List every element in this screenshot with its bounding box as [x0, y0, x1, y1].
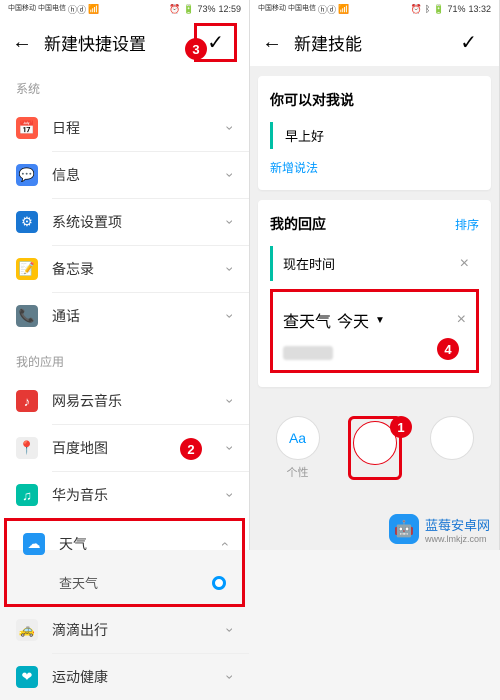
sort-link[interactable]: 排序 — [455, 216, 479, 233]
weather-submenu[interactable]: 查天气 — [7, 567, 242, 604]
resp-when: 今天 — [337, 308, 369, 332]
memo-icon: 📝 — [16, 258, 38, 280]
resp-item-weather-highlight: 查天气 今天 ▼ × — [270, 289, 479, 373]
list-item-messages[interactable]: 💬 信息 › — [0, 152, 249, 198]
baidumap-icon: 📍 — [16, 437, 38, 459]
resp-item-time[interactable]: 现在时间 × — [270, 246, 479, 281]
alarm-icon: ⏰ — [411, 4, 422, 15]
carrier-label: 中国移动 中国电信 — [258, 5, 316, 13]
signal-icon: 📶 — [88, 4, 99, 15]
right-circle-button[interactable] — [430, 416, 474, 460]
time-label: 12:59 — [218, 4, 241, 14]
left-screen: 中国移动 中国电信 ⓗⓓ 📶 ⏰ 🔋 73% 12:59 ← 新建快捷设置 ✓ … — [0, 0, 250, 550]
sport-icon: ❤ — [16, 666, 38, 688]
say-card: 你可以对我说 早上好 新增说法 — [258, 76, 491, 190]
list-item-weather[interactable]: ☁ 天气 › — [7, 521, 242, 567]
chevron-up-icon: › — [216, 542, 232, 547]
radio-selected-icon[interactable] — [212, 576, 226, 590]
list-item-baidumap[interactable]: 📍 百度地图 › — [0, 425, 249, 471]
netease-icon: ♪ — [16, 390, 38, 412]
dropdown-icon[interactable]: ▼ — [375, 315, 385, 326]
badge-2: 2 — [180, 438, 202, 460]
bt-icon: ᛒ — [425, 4, 430, 14]
alarm-icon: ⏰ — [169, 4, 180, 15]
resp-action: 查天气 — [283, 308, 331, 332]
hd-icon: ⓗⓓ — [68, 3, 86, 16]
battery-icon: 🔋 — [183, 4, 194, 15]
badge-1: 1 — [390, 416, 412, 438]
close-icon[interactable]: × — [460, 255, 469, 273]
resp-item-weather[interactable]: 查天气 今天 ▼ × — [283, 302, 466, 338]
watermark-url: www.lmkjz.com — [425, 534, 490, 544]
list-item-netease[interactable]: ♪ 网易云音乐 › — [0, 378, 249, 424]
page-title: 新建技能 — [294, 30, 438, 55]
list-item-sport[interactable]: ❤ 运动健康 › — [0, 654, 249, 700]
chevron-icon: › — [223, 446, 239, 451]
topbar: ← 新建快捷设置 ✓ — [0, 18, 249, 66]
chevron-icon: › — [223, 399, 239, 404]
message-icon: 💬 — [16, 164, 38, 186]
carrier-label: 中国移动 中国电信 — [8, 5, 66, 13]
badge-4: 4 — [437, 338, 459, 360]
weather-icon: ☁ — [23, 533, 45, 555]
status-bar: 中国移动 中国电信 ⓗⓓ 📶 ⏰ 🔋 73% 12:59 — [0, 0, 249, 18]
badge-3: 3 — [185, 38, 207, 60]
hwmusic-icon: ♫ — [16, 484, 38, 506]
watermark: 🤖 蓝莓安卓网 www.lmkjz.com — [389, 514, 490, 544]
battery-pct: 71% — [447, 4, 465, 14]
chevron-icon: › — [223, 675, 239, 680]
close-icon[interactable]: × — [457, 311, 466, 329]
chevron-icon: › — [223, 267, 239, 272]
back-icon[interactable]: ← — [262, 31, 282, 54]
confirm-button[interactable]: ✓ — [450, 26, 487, 59]
watermark-text: 蓝莓安卓网 — [425, 515, 490, 534]
add-say-link[interactable]: 新增说法 — [270, 159, 479, 176]
chevron-icon: › — [223, 220, 239, 225]
list-item-didi[interactable]: 🚕 滴滴出行 › — [0, 607, 249, 653]
list-item-settings[interactable]: ⚙ 系统设置项 › — [0, 199, 249, 245]
list-item-calendar[interactable]: 📅 日程 › — [0, 105, 249, 151]
phone-icon: 📞 — [16, 305, 38, 327]
list-item-hwmusic[interactable]: ♫ 华为音乐 › — [0, 472, 249, 518]
chevron-icon: › — [223, 493, 239, 498]
chevron-icon: › — [223, 314, 239, 319]
list-item-memo[interactable]: 📝 备忘录 › — [0, 246, 249, 292]
signal-icon: 📶 — [338, 4, 349, 15]
settings-icon: ⚙ — [16, 211, 38, 233]
battery-icon: 🔋 — [433, 4, 444, 15]
right-screen: 中国移动 中国电信 ⓗⓓ 📶 ⏰ ᛒ 🔋 71% 13:32 ← 新建技能 ✓ … — [250, 0, 500, 550]
say-title: 你可以对我说 — [270, 90, 479, 110]
bottom-label: 个性 — [276, 464, 320, 480]
response-card: 我的回应 排序 现在时间 × 查天气 今天 ▼ × 4 — [258, 200, 491, 387]
say-item[interactable]: 早上好 — [270, 122, 479, 149]
calendar-icon: 📅 — [16, 117, 38, 139]
back-icon[interactable]: ← — [12, 31, 32, 54]
time-label: 13:32 — [468, 4, 491, 14]
chevron-icon: › — [223, 126, 239, 131]
hd-icon: ⓗⓓ — [318, 3, 336, 16]
resp-title: 我的回应 排序 — [270, 214, 479, 234]
topbar: ← 新建技能 ✓ — [250, 18, 499, 66]
text-style-button[interactable]: Aa — [276, 416, 320, 460]
check-weather-label: 查天气 — [59, 573, 98, 592]
chevron-icon: › — [223, 628, 239, 633]
section-apps: 我的应用 — [0, 339, 249, 378]
blurred-content — [283, 346, 333, 360]
section-system: 系统 — [0, 66, 249, 105]
bottom-bar: Aa 个性 — [250, 406, 499, 490]
watermark-icon: 🤖 — [389, 514, 419, 544]
page-title: 新建快捷设置 — [44, 30, 182, 55]
chevron-icon: › — [223, 173, 239, 178]
list-item-call[interactable]: 📞 通话 › — [0, 293, 249, 339]
didi-icon: 🚕 — [16, 619, 38, 641]
battery-pct: 73% — [197, 4, 215, 14]
status-bar: 中国移动 中国电信 ⓗⓓ 📶 ⏰ ᛒ 🔋 71% 13:32 — [250, 0, 499, 18]
weather-group: ☁ 天气 › 查天气 2 — [4, 518, 245, 607]
